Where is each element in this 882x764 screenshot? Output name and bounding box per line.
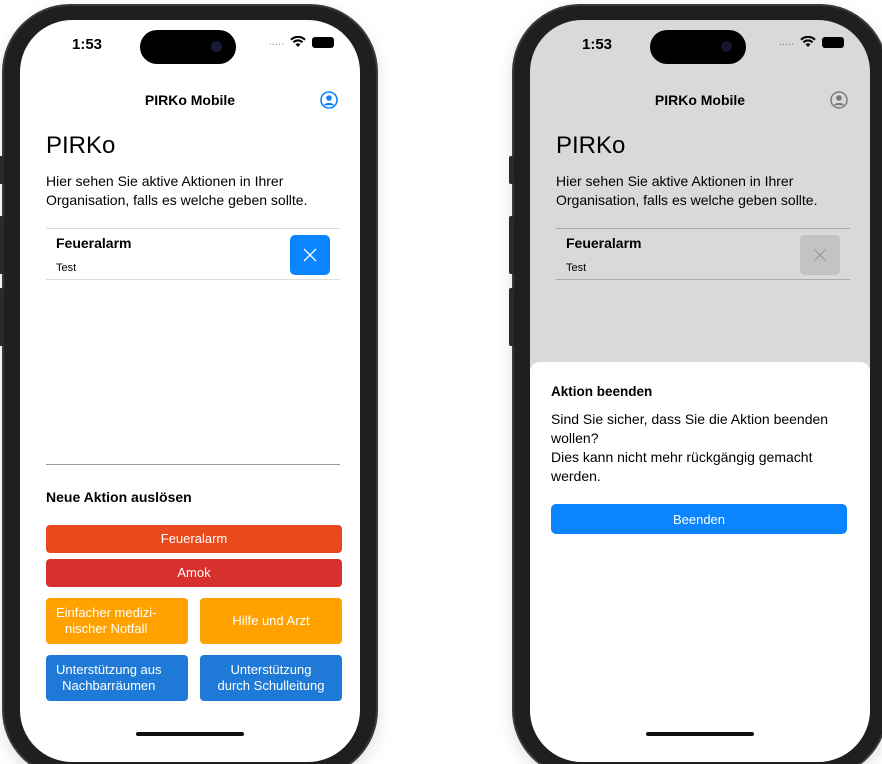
intro-text: Hier sehen Sie aktive Aktionen in Ihrer … <box>46 173 308 208</box>
new-action-title: Neue Aktion auslösen <box>46 489 192 505</box>
volume-up-button <box>509 216 514 274</box>
home-indicator <box>136 732 244 736</box>
principal-support-button[interactable]: Unterstützung durch Schulleitung <box>200 655 342 701</box>
sheet-message: Sind Sie sicher, dass Sie die Aktion bee… <box>551 411 829 484</box>
amok-button[interactable]: Amok <box>46 559 342 587</box>
nav-title: PIRKo Mobile <box>144 92 236 108</box>
action-description: Test <box>56 262 77 274</box>
screen: 1:53 ..... PIRKo Mobile PIRKo Hier sehen… <box>20 20 360 762</box>
confirm-end-button[interactable]: Beenden <box>551 504 847 534</box>
medical-emergency-button[interactable]: Einfacher medizi- nischer Notfall <box>46 598 188 644</box>
phone-right: 1:53 ..... PIRKo Mobile PIRKo Hier sehen… <box>509 6 882 764</box>
status-icons: ..... <box>269 36 334 48</box>
camera-dot <box>211 41 222 52</box>
mute-switch <box>0 156 4 184</box>
sheet-title: Aktion beenden <box>551 384 653 399</box>
page-title: PIRKo <box>46 132 116 159</box>
status-time: 1:53 <box>72 36 103 53</box>
volume-down-button <box>509 288 514 346</box>
confirm-sheet: Aktion beenden Sind Sie sicher, dass Sie… <box>530 362 870 762</box>
volume-up-button <box>0 216 4 274</box>
end-action-button[interactable] <box>290 235 330 275</box>
screen: 1:53 ..... PIRKo Mobile PIRKo Hier sehen… <box>530 20 870 762</box>
close-icon <box>303 248 317 262</box>
help-doctor-button[interactable]: Hilfe und Arzt <box>200 598 342 644</box>
wifi-icon <box>290 36 306 47</box>
mute-switch <box>509 156 514 184</box>
volume-down-button <box>0 288 4 346</box>
section-divider <box>46 464 340 465</box>
neighbor-support-button[interactable]: Unterstützung aus Nachbarräumen <box>46 655 188 701</box>
battery-icon <box>312 36 334 48</box>
profile-icon[interactable] <box>320 91 338 109</box>
signal-dots: ..... <box>268 36 284 48</box>
phone-left: 1:53 ..... PIRKo Mobile PIRKo Hier sehen… <box>0 6 376 764</box>
home-indicator <box>646 732 754 736</box>
active-action-row: Feueralarm Test <box>46 228 340 280</box>
dynamic-island <box>140 30 236 64</box>
action-title: Feueralarm <box>56 235 132 251</box>
fire-alarm-button[interactable]: Feueralarm <box>46 525 342 553</box>
